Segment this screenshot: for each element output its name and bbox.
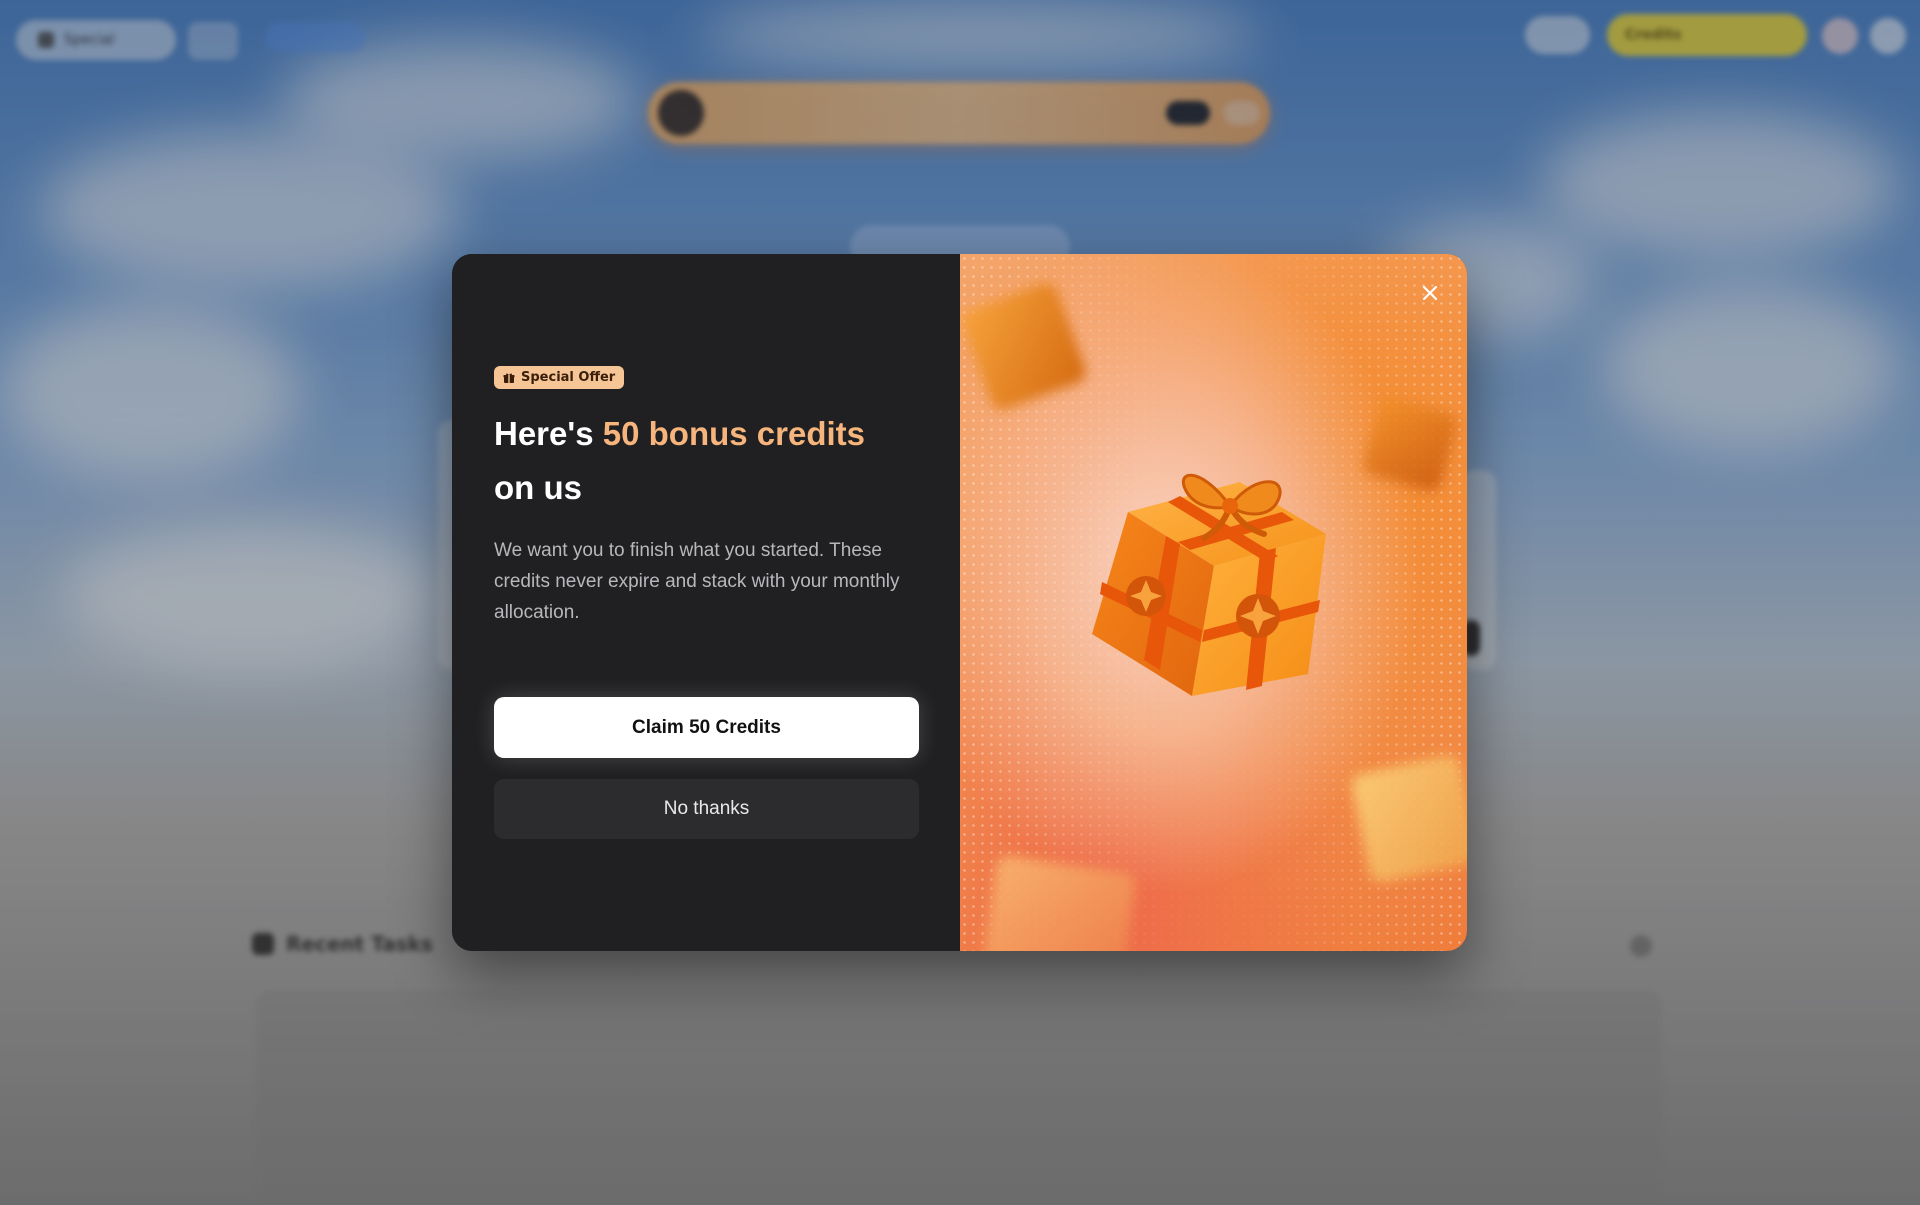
- special-offer-badge: Special Offer: [494, 366, 625, 389]
- modal-description: We want you to finish what you started. …: [494, 540, 900, 623]
- headline-prefix: Here's: [494, 415, 603, 452]
- gift-box-icon: [1092, 473, 1326, 696]
- gift-icon: [503, 372, 515, 384]
- modal-content: Special Offer Here's 50 bonus credits on…: [452, 254, 960, 951]
- special-offer-modal: Special Offer Here's 50 bonus credits on…: [452, 254, 1467, 951]
- close-icon: [1422, 285, 1438, 301]
- modal-headline: Here's 50 bonus credits on us: [494, 407, 918, 515]
- gift-illustration-panel: [960, 254, 1467, 951]
- app-background: Special Credits Recent Tasks Special Off…: [0, 0, 1920, 1205]
- no-thanks-button[interactable]: No thanks: [494, 779, 919, 839]
- headline-suffix: on us: [494, 469, 582, 506]
- badge-label: Special Offer: [521, 370, 616, 385]
- claim-credits-button[interactable]: Claim 50 Credits: [494, 697, 919, 758]
- headline-accent: 50 bonus credits: [602, 415, 865, 452]
- close-button[interactable]: [1415, 278, 1445, 308]
